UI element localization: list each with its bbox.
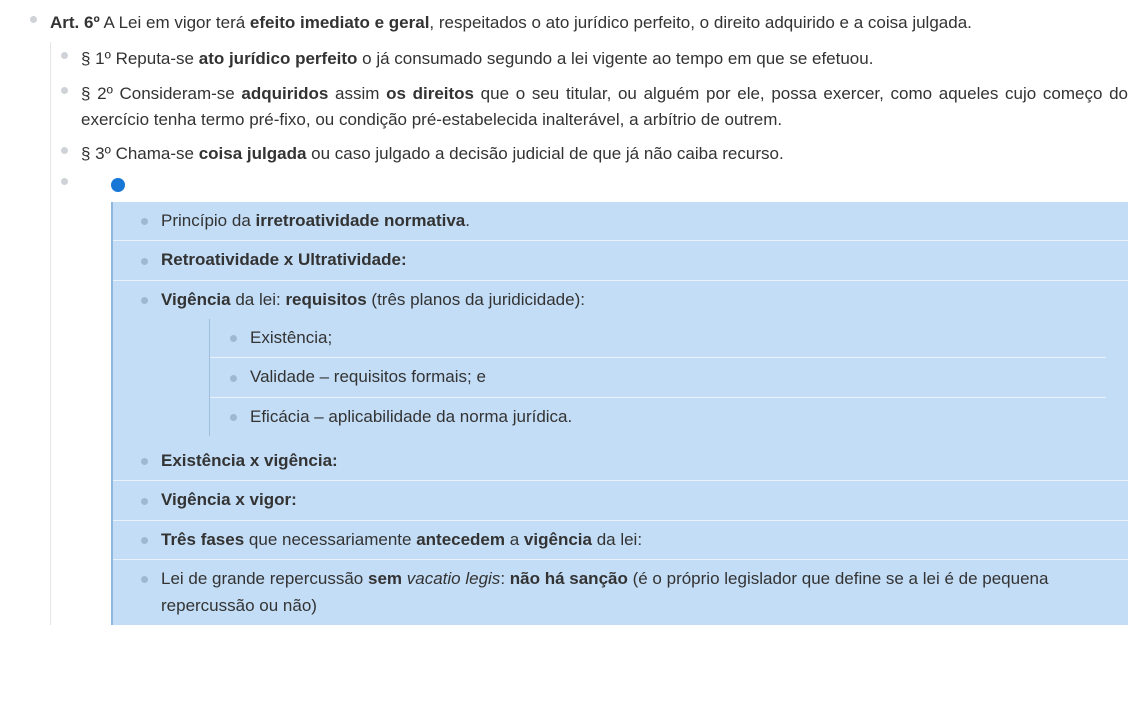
hl-row-retro: Retroatividade x Ultratividade:	[113, 241, 1128, 280]
txt: que necessariamente	[244, 530, 416, 549]
art6-text: Art. 6º A Lei em vigor terá efeito imedi…	[50, 10, 1128, 36]
art6-bold1: efeito imediato e geral	[250, 13, 430, 32]
p1-text: § 1º Reputa-se ato jurídico perfeito o j…	[81, 46, 1128, 72]
hl-sublist: Existência; Validade – requisitos formai…	[209, 319, 1106, 436]
bullet-icon	[141, 218, 148, 225]
txt-bold: não há sanção	[510, 569, 628, 588]
p1-bold: ato jurídico perfeito	[199, 49, 358, 68]
txt: (três planos da juridicidade):	[367, 290, 585, 309]
bullet-p3: § 3º Chama-se coisa julgada ou caso julg…	[51, 137, 1128, 171]
txt-italic: vacatio legis	[407, 569, 501, 588]
document-root: Art. 6º A Lei em vigor terá efeito imedi…	[0, 0, 1146, 649]
hl-text: Existência;	[250, 328, 332, 347]
p2-mid: assim	[328, 84, 386, 103]
outline-root: Art. 6º A Lei em vigor terá efeito imedi…	[20, 6, 1128, 629]
highlight-tree: Princípio da irretroatividade normativa.…	[111, 202, 1128, 625]
bullet-icon	[61, 147, 68, 154]
txt-bold: Vigência	[161, 290, 231, 309]
bullet-icon	[230, 335, 237, 342]
hl-text: Vigência da lei: requisitos (três planos…	[161, 290, 585, 309]
p1-lead: § 1º Reputa-se	[81, 49, 199, 68]
txt: da lei:	[592, 530, 642, 549]
hl-text: Vigência x vigor:	[161, 490, 297, 509]
p3-tail: ou caso julgado a decisão judicial de qu…	[306, 144, 783, 163]
hl-row-vacatio: Lei de grande repercussão sem vacatio le…	[113, 560, 1128, 625]
hl-text: Eficácia – aplicabilidade da norma juríd…	[250, 407, 572, 426]
bullet-icon	[61, 87, 68, 94]
hl-sub-eficacia: Eficácia – aplicabilidade da norma juríd…	[210, 398, 1106, 436]
hl-row-vigencia: Vigência da lei: requisitos (três planos…	[113, 281, 1128, 442]
p2-bold2: os direitos	[386, 84, 474, 103]
hl-text: Validade – requisitos formais; e	[250, 367, 486, 386]
bullet-icon	[141, 498, 148, 505]
txt-bold: antecedem	[416, 530, 505, 549]
hl-row-principio: Princípio da irretroatividade normativa.	[113, 202, 1128, 241]
hl-text: Lei de grande repercussão sem vacatio le…	[161, 569, 1048, 614]
bullet-icon	[230, 375, 237, 382]
bullet-icon	[141, 537, 148, 544]
hl-row-tres-fases: Três fases que necessariamente antecedem…	[113, 521, 1128, 560]
p2-bold1: adquiridos	[241, 84, 328, 103]
bullet-p2: § 2º Consideram-se adquiridos assim os d…	[51, 77, 1128, 138]
txt: .	[465, 211, 470, 230]
txt: :	[500, 569, 509, 588]
hl-text: Três fases que necessariamente antecedem…	[161, 530, 642, 549]
bullet-icon	[61, 52, 68, 59]
txt-bold: irretroatividade normativa	[256, 211, 466, 230]
hl-row-vigencia-vigor: Vigência x vigor:	[113, 481, 1128, 520]
bullet-art6: Art. 6º A Lei em vigor terá efeito imedi…	[20, 6, 1128, 629]
p3-text: § 3º Chama-se coisa julgada ou caso julg…	[81, 141, 1128, 167]
art6-prefix: Art. 6º	[50, 13, 100, 32]
p3-lead: § 3º Chama-se	[81, 144, 199, 163]
txt: Lei de grande repercussão	[161, 569, 368, 588]
txt-bold: Três fases	[161, 530, 244, 549]
bullet-icon	[141, 576, 148, 583]
txt-bold: sem	[368, 569, 402, 588]
p3-bold: coisa julgada	[199, 144, 307, 163]
bullet-icon	[141, 258, 148, 265]
art6-mid: A Lei em vigor terá	[100, 13, 250, 32]
highlight-head	[81, 172, 1128, 202]
p1-tail: o já consumado segundo a lei vigente ao …	[357, 49, 873, 68]
highlight-block: Princípio da irretroatividade normativa.…	[51, 172, 1128, 625]
art6-tail: , respeitados o ato jurídico perfeito, o…	[429, 13, 971, 32]
bullet-icon	[61, 178, 68, 185]
hl-sub-existencia: Existência;	[210, 319, 1106, 358]
txt-bold: requisitos	[285, 290, 366, 309]
txt-bold: vigência	[524, 530, 592, 549]
art6-children: § 1º Reputa-se ato jurídico perfeito o j…	[50, 42, 1128, 625]
txt: da lei:	[231, 290, 286, 309]
bullet-icon	[30, 16, 37, 23]
txt: Princípio da	[161, 211, 256, 230]
p2-lead: § 2º Consideram-se	[81, 84, 241, 103]
hl-text: Princípio da irretroatividade normativa.	[161, 211, 470, 230]
bullet-p1: § 1º Reputa-se ato jurídico perfeito o j…	[51, 42, 1128, 76]
bullet-icon	[141, 297, 148, 304]
blue-disc-icon	[111, 178, 125, 192]
hl-text: Retroatividade x Ultratividade:	[161, 250, 407, 269]
txt: a	[505, 530, 524, 549]
bullet-icon	[230, 414, 237, 421]
bullet-icon	[141, 458, 148, 465]
p2-text: § 2º Consideram-se adquiridos assim os d…	[81, 81, 1128, 134]
hl-text: Existência x vigência:	[161, 451, 338, 470]
hl-sub-validade: Validade – requisitos formais; e	[210, 358, 1106, 397]
hl-row-existencia-vigencia: Existência x vigência:	[113, 442, 1128, 481]
